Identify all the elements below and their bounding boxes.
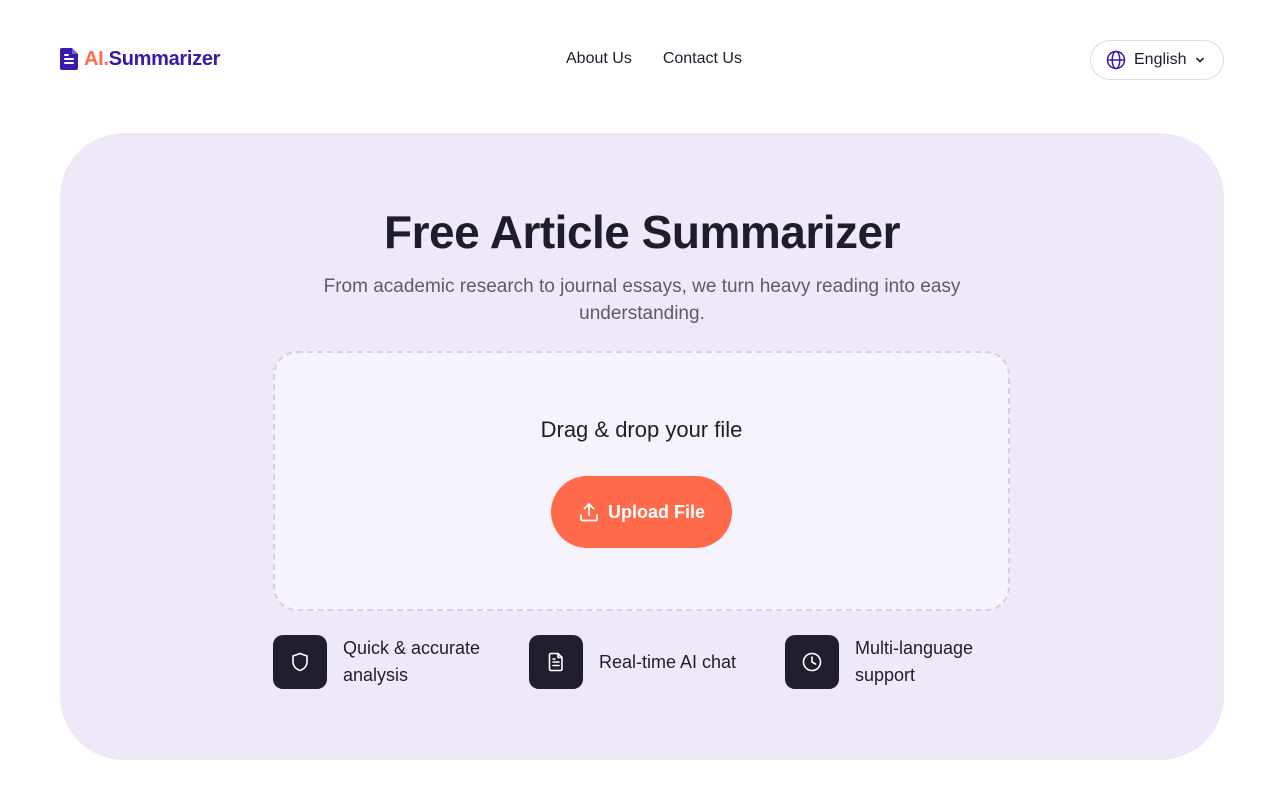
- nav-contact-us[interactable]: Contact Us: [663, 50, 742, 68]
- feature-list: Quick & accurate analysis Real-time AI c…: [273, 635, 1010, 691]
- shield-icon: [273, 635, 327, 689]
- feature-item: Quick & accurate analysis: [273, 635, 493, 689]
- nav-about-us[interactable]: About Us: [566, 50, 632, 68]
- clock-icon: [785, 635, 839, 689]
- page-title: Free Article Summarizer: [383, 206, 901, 258]
- feature-label: Real-time AI chat: [599, 651, 737, 672]
- brand-name: AI.Summarizer: [84, 47, 221, 70]
- brand-logo[interactable]: AI.Summarizer: [59, 47, 220, 71]
- site-header: AI.Summarizer About Us Contact Us Englis…: [0, 0, 1271, 120]
- upload-file-button[interactable]: Upload File: [551, 476, 732, 548]
- language-selector[interactable]: English: [1090, 40, 1224, 80]
- globe-icon: [1106, 50, 1126, 70]
- feature-label: Quick & accurate analysis: [343, 638, 481, 685]
- page-subtitle: From academic research to journal essays…: [323, 276, 961, 324]
- file-dropzone[interactable]: Drag & drop your file Upload File: [273, 351, 1010, 611]
- upload-icon: [578, 501, 600, 523]
- chevron-down-icon: [1194, 54, 1206, 66]
- document-icon: [59, 47, 79, 71]
- dropzone-prompt: Drag & drop your file: [540, 417, 743, 442]
- main-nav: About Us Contact Us: [566, 50, 742, 68]
- hero-section: Free Article Summarizer From academic re…: [60, 133, 1224, 760]
- feature-label: Multi-language support: [855, 638, 974, 685]
- language-label: English: [1134, 51, 1187, 68]
- upload-button-label: Upload File: [607, 501, 705, 522]
- feature-item: Multi-language support: [785, 635, 985, 689]
- feature-item: Real-time AI chat: [529, 635, 736, 689]
- document-icon: [529, 635, 583, 689]
